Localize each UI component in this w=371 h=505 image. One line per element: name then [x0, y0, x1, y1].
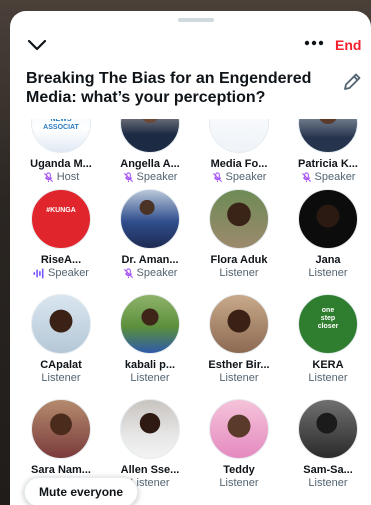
audio-wave-icon	[33, 268, 44, 279]
participant-role: Listener	[197, 267, 281, 280]
participant-role: Listener	[19, 372, 103, 385]
participant-name: Sara Nam...	[31, 464, 91, 476]
avatar[interactable]	[31, 294, 91, 354]
space-header: End	[10, 11, 371, 71]
avatar[interactable]: UGANDA MEDIA NEWS ASSOCIAT	[31, 119, 91, 153]
mic-off-icon	[123, 172, 133, 183]
participant-name: CApalat	[40, 359, 82, 371]
participant-role: Speaker	[19, 267, 103, 280]
participant-role-label: Listener	[41, 372, 81, 384]
participants-grid: UGANDA MEDIA NEWS ASSOCIAT Uganda M...Hos…	[10, 119, 371, 505]
participant-name: RiseA...	[40, 254, 82, 266]
participant-role-label: Listener	[219, 267, 259, 279]
participant-role-label: Listener	[130, 372, 170, 384]
participant-card[interactable]: Flora Aduk Listener	[197, 189, 281, 280]
participant-card[interactable]: Angella A... Speaker	[108, 119, 192, 184]
participant-role-label: Speaker	[136, 171, 178, 183]
space-sheet: End Breaking The Bias for an Engendered …	[10, 11, 371, 505]
participant-card[interactable]: one step closer KERA Listener	[286, 294, 370, 385]
avatar[interactable]: #KUNGA	[31, 189, 91, 249]
mute-everyone-button[interactable]: Mute everyone	[24, 477, 139, 505]
avatar[interactable]: one step closer	[298, 294, 358, 354]
avatar-logo-text: one step closer	[317, 307, 339, 330]
participant-card[interactable]: kabali p... Listener	[108, 294, 192, 385]
participant-name: Sam-Sa...	[303, 464, 353, 476]
participant-card[interactable]: Dr. Aman... Speaker	[108, 189, 192, 280]
participant-role-label: Listener	[219, 372, 259, 384]
participant-name: Allen Sse...	[120, 464, 180, 476]
participant-name: Flora Aduk	[210, 254, 268, 266]
participant-role: Speaker	[286, 171, 370, 184]
avatar[interactable]	[209, 189, 269, 249]
pencil-icon[interactable]	[341, 71, 363, 93]
end-space-button[interactable]: End	[335, 37, 361, 53]
avatar-logo-text: UGANDA MEDIA NEWS ASSOCIAT	[43, 119, 79, 131]
participant-role: Speaker	[197, 171, 281, 184]
participant-name: Angella A...	[120, 158, 180, 170]
participant-name: Uganda M...	[30, 158, 92, 170]
participant-role: Listener	[197, 372, 281, 385]
participant-name: Jana	[315, 254, 341, 266]
avatar[interactable]	[298, 189, 358, 249]
participant-role: Listener	[286, 372, 370, 385]
participant-card[interactable]: MEDIA FOCU ON AFRICA Media Fo...Speaker	[197, 119, 281, 184]
more-icon[interactable]	[302, 33, 326, 53]
participant-role-label: Listener	[219, 477, 259, 489]
participant-role-label: Speaker	[314, 171, 356, 183]
participant-role-label: Listener	[308, 477, 348, 489]
mic-off-icon	[301, 172, 311, 183]
participant-role: Listener	[197, 477, 281, 490]
participant-role: Host	[19, 171, 103, 184]
avatar[interactable]	[31, 399, 91, 459]
participant-name: Patricia K...	[298, 158, 358, 170]
avatar[interactable]	[209, 399, 269, 459]
avatar[interactable]	[120, 189, 180, 249]
participant-role-label: Speaker	[48, 267, 89, 279]
participant-card[interactable]: Sam-Sa... Listener	[286, 399, 370, 490]
avatar[interactable]	[120, 294, 180, 354]
participant-name: Media Fo...	[210, 158, 268, 170]
participant-role-label: Listener	[308, 372, 348, 384]
chevron-down-icon[interactable]	[26, 35, 48, 55]
avatar[interactable]	[209, 294, 269, 354]
participant-role: Speaker	[108, 171, 192, 184]
avatar[interactable]	[298, 119, 358, 153]
avatar[interactable]	[120, 399, 180, 459]
participant-role: Speaker	[108, 267, 192, 280]
participant-name: Esther Bir...	[208, 359, 270, 371]
participant-card[interactable]: UGANDA MEDIA NEWS ASSOCIAT Uganda M...Hos…	[19, 119, 103, 184]
avatar[interactable]	[120, 119, 180, 153]
space-title: Breaking The Bias for an Engendered Medi…	[26, 70, 312, 106]
participant-role: Listener	[108, 372, 192, 385]
participant-card[interactable]: Jana Listener	[286, 189, 370, 280]
participant-name: kabali p...	[124, 359, 176, 371]
participant-card[interactable]: Patricia K... Speaker	[286, 119, 370, 184]
avatar[interactable]: MEDIA FOCU ON AFRICA	[209, 119, 269, 153]
participant-card[interactable]: Esther Bir... Listener	[197, 294, 281, 385]
mic-off-icon	[123, 268, 133, 279]
participant-role-label: Host	[56, 171, 80, 183]
participant-card[interactable]: #KUNGA RiseA... Speaker	[19, 189, 103, 280]
avatar-logo-text: #KUNGA	[46, 207, 76, 214]
participant-role-label: Speaker	[136, 267, 178, 279]
avatar[interactable]	[298, 399, 358, 459]
mic-off-icon	[212, 172, 222, 183]
participant-role: Listener	[286, 477, 370, 490]
participant-card[interactable]: Teddy Listener	[197, 399, 281, 490]
participant-role-label: Speaker	[225, 171, 267, 183]
participant-name: Dr. Aman...	[121, 254, 179, 266]
participant-name: KERA	[312, 359, 344, 371]
participant-role-label: Listener	[308, 267, 348, 279]
participant-card[interactable]: CApalat Listener	[19, 294, 103, 385]
participant-role: Listener	[286, 267, 370, 280]
mic-off-icon	[43, 172, 53, 183]
participant-name: Teddy	[223, 464, 255, 476]
